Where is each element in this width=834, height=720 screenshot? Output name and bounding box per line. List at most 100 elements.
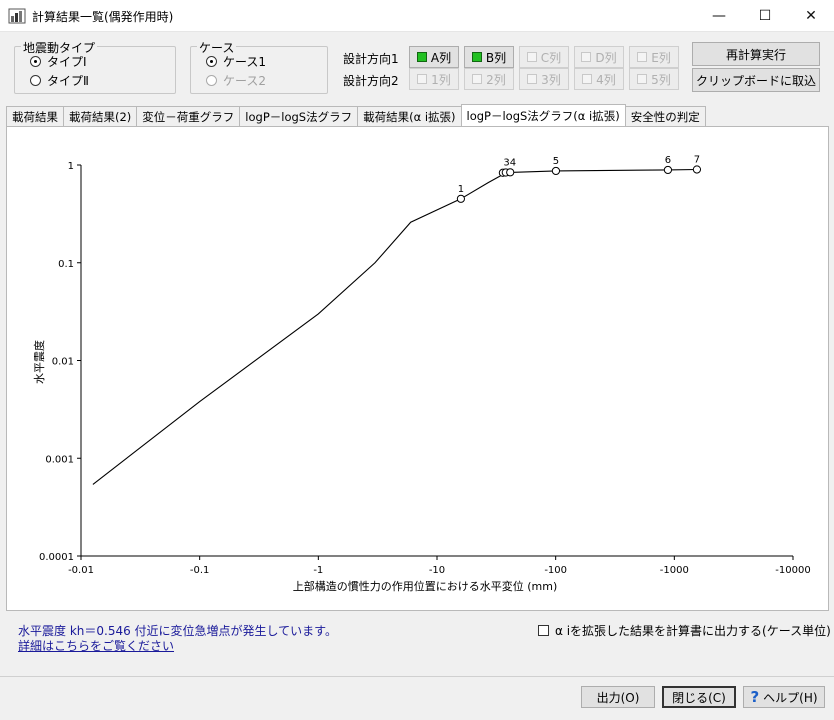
row1-col-c-button[interactable]: C列: [519, 46, 569, 68]
tab-load-results[interactable]: 載荷結果: [6, 106, 64, 126]
y-tick-label: 1: [68, 161, 74, 172]
unchecked-square-icon: [527, 74, 538, 84]
output-button[interactable]: 出力(O): [581, 686, 655, 708]
minimize-button[interactable]: —: [696, 0, 742, 32]
y-tick-label: 0.1: [58, 259, 74, 270]
details-link[interactable]: 詳細はこちらをご覧ください: [18, 637, 174, 654]
marker-point-6: [663, 165, 673, 175]
x-tick-label: -1000: [660, 565, 689, 576]
row2-col-5-button[interactable]: 5列: [629, 68, 679, 90]
y-tick-label: 0.001: [45, 454, 74, 465]
button-label: E列: [651, 50, 671, 65]
tab-logp-logs-graph[interactable]: logP－logS法グラフ: [239, 106, 359, 126]
unchecked-square-icon: [472, 74, 483, 84]
unchecked-square-icon: [582, 74, 593, 84]
help-label: ヘルプ(H): [763, 690, 818, 705]
tab-strip: 載荷結果 載荷結果(2) 変位－荷重グラフ logP－logS法グラフ 載荷結果…: [6, 104, 706, 126]
radio-unselected-icon: [206, 75, 217, 86]
marker-label: 6: [665, 155, 671, 166]
tab-load-results-alpha[interactable]: 載荷結果(α i拡張): [357, 106, 462, 126]
x-axis-label: 上部構造の慣性力の作用位置における水平変位 (mm): [293, 579, 558, 593]
app-chart-icon: [8, 8, 26, 24]
unchecked-square-icon: [637, 74, 648, 84]
design-direction-1-label: 設計方向1: [343, 52, 399, 66]
maximize-button[interactable]: ☐: [742, 0, 788, 32]
marker-label: 7: [694, 154, 700, 165]
button-label: A列: [430, 50, 452, 65]
radio-label: ケース1: [223, 55, 267, 69]
copy-to-clipboard-button[interactable]: クリップボードに取込: [692, 68, 820, 92]
maximize-icon: ☐: [758, 8, 772, 24]
unchecked-square-icon: [417, 74, 428, 84]
radio-seismic-type-1[interactable]: タイプⅠ: [30, 53, 87, 70]
radio-case-1[interactable]: ケース1: [206, 53, 266, 70]
x-tick-label: -10: [429, 565, 445, 576]
radio-label: タイプⅠ: [47, 55, 87, 69]
x-tick-label: -100: [544, 565, 567, 576]
row1-col-b-button[interactable]: B列: [464, 46, 514, 68]
button-label: 4列: [596, 72, 616, 87]
radio-selected-icon: [206, 56, 217, 67]
marker-point-5: [551, 166, 561, 176]
marker-point-4: [506, 168, 515, 177]
logp-logs-chart: -0.01 -0.1 -1 -10 -100 -1000 -10000 0.0001 0.001…: [32, 154, 811, 593]
alpha-output-checkbox-row[interactable]: α iを拡張した結果を計算書に出力する(ケース単位): [538, 622, 831, 639]
row1-col-e-button[interactable]: E列: [629, 46, 679, 68]
x-tick-label: -10000: [775, 565, 810, 576]
x-tick-label: -1: [313, 565, 323, 576]
tab-safety-judgement[interactable]: 安全性の判定: [624, 106, 706, 126]
help-button[interactable]: ? ヘルプ(H): [743, 686, 825, 708]
row2-col-1-button[interactable]: 1列: [409, 68, 459, 90]
close-button[interactable]: 閉じる(C): [662, 686, 736, 708]
chart-panel: -0.01 -0.1 -1 -10 -100 -1000 -10000 0.0001 0.001…: [6, 126, 829, 611]
series-line: [92, 168, 697, 485]
tab-logp-logs-graph-alpha[interactable]: logP－logS法グラフ(α i拡張): [460, 104, 626, 126]
radio-label: タイプⅡ: [47, 74, 89, 88]
button-label: 5列: [651, 72, 671, 87]
button-label: 1列: [431, 72, 451, 87]
row2-col-4-button[interactable]: 4列: [574, 68, 624, 90]
minimize-icon: —: [712, 8, 726, 24]
marker-point-1: [456, 194, 465, 203]
tab-displacement-load-graph[interactable]: 変位－荷重グラフ: [136, 106, 241, 126]
button-label: B列: [485, 50, 507, 65]
tab-load-results-2[interactable]: 載荷結果(2): [63, 106, 138, 126]
close-icon: ✕: [805, 8, 817, 24]
radio-selected-icon: [30, 56, 41, 67]
unchecked-square-icon: [637, 52, 648, 62]
button-label: 2列: [486, 72, 506, 87]
help-icon: ?: [750, 688, 760, 706]
marker-point-7: [692, 165, 702, 174]
recalculate-button[interactable]: 再計算実行: [692, 42, 820, 66]
y-tick-label: 0.0001: [39, 552, 74, 563]
y-axis-label: 水平震度: [32, 340, 46, 384]
marker-label: 5: [553, 156, 559, 167]
design-direction-2-label: 設計方向2: [343, 74, 399, 88]
radio-case-2[interactable]: ケース2: [206, 72, 266, 89]
y-tick-label: 0.01: [52, 357, 74, 368]
radio-unselected-icon: [30, 75, 41, 86]
marker-label: 34: [503, 158, 516, 169]
row2-col-3-button[interactable]: 3列: [519, 68, 569, 90]
x-tick-label: -0.01: [68, 565, 94, 576]
unchecked-square-icon: [526, 52, 537, 62]
radio-label: ケース2: [223, 74, 267, 88]
button-label: C列: [540, 50, 562, 65]
unchecked-square-icon: [581, 52, 592, 62]
checked-square-icon: [471, 52, 482, 62]
radio-seismic-type-2[interactable]: タイプⅡ: [30, 72, 89, 89]
marker-label: 1: [458, 184, 464, 195]
x-tick-label: -0.1: [190, 565, 210, 576]
close-window-button[interactable]: ✕: [788, 0, 834, 32]
alpha-output-label: α iを拡張した結果を計算書に出力する(ケース単位): [555, 624, 831, 638]
row1-col-d-button[interactable]: D列: [574, 46, 624, 68]
footer-divider: [0, 676, 834, 677]
button-label: 3列: [541, 72, 561, 87]
button-label: D列: [595, 50, 617, 65]
checked-square-icon: [416, 52, 427, 62]
row1-col-a-button[interactable]: A列: [409, 46, 459, 68]
checkbox-unchecked-icon[interactable]: [538, 625, 549, 636]
title-bar: 計算結果一覧(偶発作用時) — ☐ ✕: [0, 0, 834, 32]
window-title: 計算結果一覧(偶発作用時): [32, 10, 174, 24]
row2-col-2-button[interactable]: 2列: [464, 68, 514, 90]
